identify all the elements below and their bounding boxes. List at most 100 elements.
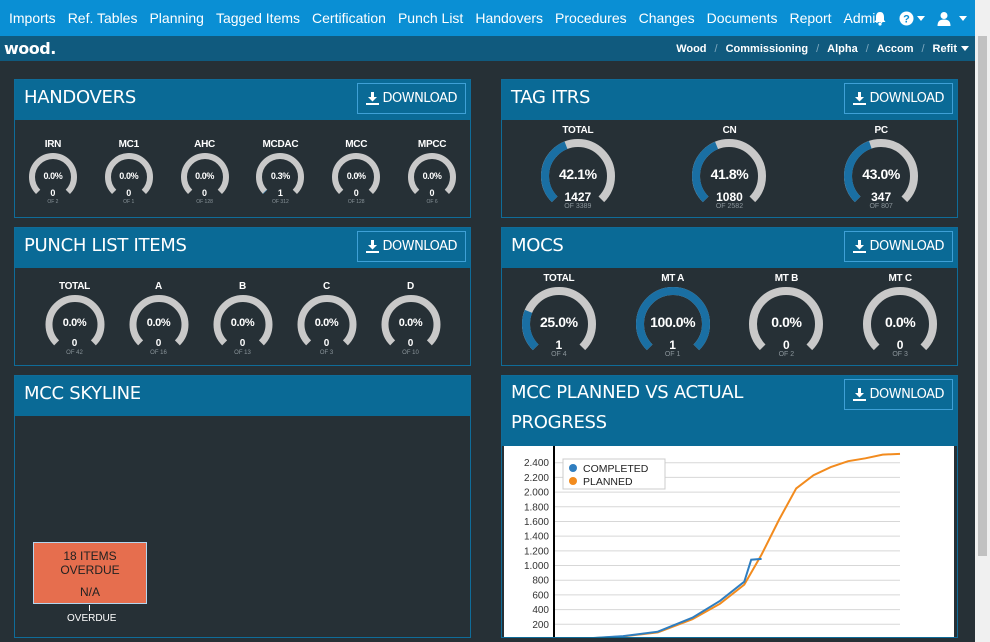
gauge-c[interactable]: C 0.0% 0 OF 3 xyxy=(294,281,360,360)
nav-imports[interactable]: Imports xyxy=(0,10,62,26)
download-label: DOWNLOAD xyxy=(382,91,457,106)
mocs-panel: MOCS DOWNLOAD TOTAL 25.0% 1 OF 4 MT A 100.0% 1… xyxy=(501,227,958,366)
download-label: DOWNLOAD xyxy=(869,91,944,106)
gauge-total[interactable]: TOTAL 25.0% 1 OF 4 xyxy=(519,273,599,360)
gauge-b[interactable]: B 0.0% 0 OF 13 xyxy=(210,281,276,360)
nav-tagged-items[interactable]: Tagged Items xyxy=(210,10,306,26)
breadcrumb-refit[interactable]: Refit xyxy=(933,43,957,55)
gauge-dial: 0.0% 0 OF 13 xyxy=(210,294,276,360)
gauge-mt-a[interactable]: MT A 100.0% 1 OF 1 xyxy=(633,273,713,360)
gauge-mt-c[interactable]: MT C 0.0% 0 OF 3 xyxy=(860,273,940,360)
y-tick-label: 200 xyxy=(532,620,549,631)
gauge-percent: 100.0% xyxy=(650,314,696,330)
gauge-label: IRN xyxy=(44,139,62,150)
handovers-gauges: IRN 0.0% 0 OF 2 MC1 0.0% 0 OF 1 AHC 0.0% 0 OF 128 MC… xyxy=(15,120,470,208)
gauge-count: 0 xyxy=(126,188,132,198)
gauge-dial: 0.0% 0 OF 128 xyxy=(177,152,233,208)
nav-procedures[interactable]: Procedures xyxy=(549,10,633,26)
overdue-tile[interactable]: 18 ITEMS OVERDUE N/A xyxy=(33,542,147,604)
gauge-mpcc[interactable]: MPCC 0.0% 0 OF 6 xyxy=(404,139,460,208)
y-tick-label: 2.000 xyxy=(524,488,549,499)
panel-title: PUNCH LIST ITEMS xyxy=(24,235,187,256)
download-button[interactable]: DOWNLOAD xyxy=(844,379,953,410)
gauge-label: MT B xyxy=(774,273,799,284)
gauge-total: OF 2 xyxy=(47,199,59,205)
gauge-mt-b[interactable]: MT B 0.0% 0 OF 2 xyxy=(746,273,826,360)
download-icon xyxy=(853,240,867,253)
breadcrumb-wood[interactable]: Wood xyxy=(676,43,706,55)
gauge-total: OF 10 xyxy=(402,350,419,356)
y-tick-label: 1.400 xyxy=(524,532,549,543)
download-button[interactable]: DOWNLOAD xyxy=(844,231,953,262)
gauge-count: 0 xyxy=(783,338,790,352)
legend-label-planned[interactable]: PLANNED xyxy=(583,476,633,488)
gauge-mcc[interactable]: MCC 0.0% 0 OF 128 xyxy=(328,139,384,208)
gauge-dial: 25.0% 1 OF 4 xyxy=(519,286,599,360)
gauge-total: OF 42 xyxy=(66,350,83,356)
gauge-mc1[interactable]: MC1 0.0% 0 OF 1 xyxy=(101,139,157,208)
gauge-dial: 0.0% 0 OF 3 xyxy=(294,294,360,360)
nav-changes[interactable]: Changes xyxy=(633,10,701,26)
y-tick-label: 1.200 xyxy=(524,546,549,557)
gauge-dial: 0.0% 0 OF 42 xyxy=(42,294,108,360)
gauge-dial: 0.0% 0 OF 10 xyxy=(378,294,444,360)
gauge-percent: 0.0% xyxy=(43,171,63,181)
breadcrumb-alpha[interactable]: Alpha xyxy=(827,43,858,55)
gauge-dial: 0.0% 0 OF 128 xyxy=(328,152,384,208)
overdue-axis-label: OVERDUE xyxy=(67,613,117,624)
breadcrumb-commissioning[interactable]: Commissioning xyxy=(726,43,809,55)
bell-icon[interactable] xyxy=(873,11,887,26)
nav-punch-list[interactable]: Punch List xyxy=(392,10,469,26)
nav-handovers[interactable]: Handovers xyxy=(469,10,549,26)
gauge-count: 0 xyxy=(323,338,330,349)
mcc-skyline-panel: MCC SKYLINE 18 ITEMS OVERDUE N/A OVERDUE xyxy=(14,375,471,638)
wood-logo[interactable]: wood. xyxy=(4,39,56,58)
gauge-count: 0 xyxy=(71,338,78,349)
nav-certification[interactable]: Certification xyxy=(306,10,392,26)
gauge-label: C xyxy=(323,281,330,292)
panel-title-line2: PROGRESS xyxy=(511,412,607,433)
gauge-a[interactable]: A 0.0% 0 OF 16 xyxy=(126,281,192,360)
punch-list-header: PUNCH LIST ITEMS DOWNLOAD xyxy=(15,228,470,268)
download-button[interactable]: DOWNLOAD xyxy=(357,83,466,114)
breadcrumb-accom[interactable]: Accom xyxy=(877,43,914,55)
download-button[interactable]: DOWNLOAD xyxy=(357,231,466,262)
gauge-dial: 0.0% 0 OF 2 xyxy=(25,152,81,208)
nav-ref-tables[interactable]: Ref. Tables xyxy=(62,10,144,26)
download-button[interactable]: DOWNLOAD xyxy=(844,83,953,114)
scrollbar-thumb[interactable] xyxy=(978,36,987,556)
gauge-label: A xyxy=(155,281,162,292)
breadcrumb: Wood / Commissioning / Alpha / Accom / Refit xyxy=(676,36,969,61)
gauge-mcdac[interactable]: MCDAC 0.3% 1 OF 312 xyxy=(252,139,308,208)
nav-report[interactable]: Report xyxy=(783,10,837,26)
y-tick-label: 1.800 xyxy=(524,502,549,513)
gauge-total: OF 3 xyxy=(319,350,334,356)
gauge-count: 0 xyxy=(202,188,208,198)
help-icon[interactable]: ? xyxy=(899,11,925,26)
gauge-irn[interactable]: IRN 0.0% 0 OF 2 xyxy=(25,139,81,208)
gauge-percent: 0.0% xyxy=(62,317,87,329)
gauge-percent: 0.0% xyxy=(314,317,339,329)
gauge-total[interactable]: TOTAL 42.1% 1427 OF 3389 xyxy=(538,125,618,212)
legend-label-completed[interactable]: COMPLETED xyxy=(583,463,649,475)
gauge-percent: 0.0% xyxy=(230,317,255,329)
gauge-label: PC xyxy=(874,125,888,136)
gauge-d[interactable]: D 0.0% 0 OF 10 xyxy=(378,281,444,360)
mcc-progress-panel: MCC PLANNED VS ACTUAL PROGRESS DOWNLOAD … xyxy=(501,375,958,638)
overdue-tile-value: N/A xyxy=(79,585,100,599)
gauge-count: 1 xyxy=(669,338,676,352)
gauge-total: OF 1 xyxy=(664,351,681,358)
download-icon xyxy=(366,240,380,253)
gauge-pc[interactable]: PC 43.0% 347 OF 807 xyxy=(841,125,921,212)
y-tick-label: 800 xyxy=(532,576,549,587)
nav-planning[interactable]: Planning xyxy=(143,10,210,26)
gauge-total[interactable]: TOTAL 0.0% 0 OF 42 xyxy=(42,281,108,360)
y-tick-label: 400 xyxy=(532,605,549,616)
nav-documents[interactable]: Documents xyxy=(701,10,784,26)
user-icon[interactable] xyxy=(937,11,967,26)
punch-list-panel: PUNCH LIST ITEMS DOWNLOAD TOTAL 0.0% 0 OF 4… xyxy=(14,227,471,366)
gauge-dial: 0.0% 0 OF 2 xyxy=(746,286,826,360)
page-scrollbar[interactable] xyxy=(975,0,990,642)
gauge-ahc[interactable]: AHC 0.0% 0 OF 128 xyxy=(177,139,233,208)
gauge-cn[interactable]: CN 41.8% 1080 OF 2582 xyxy=(689,125,769,212)
